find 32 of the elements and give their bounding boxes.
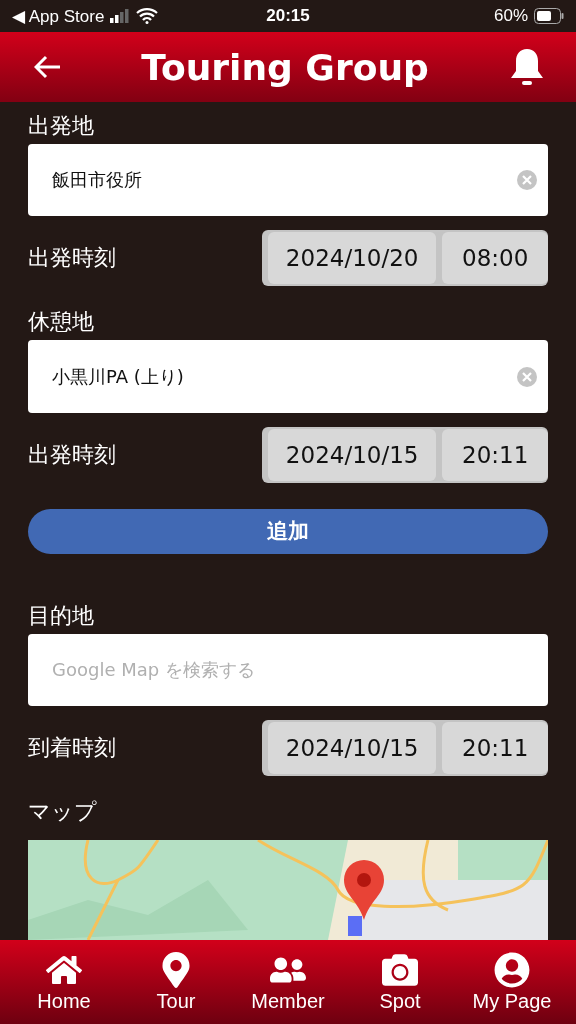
field-label: 出発地 xyxy=(28,112,94,140)
time-button[interactable]: 20:11 xyxy=(442,428,548,481)
tab-item[interactable]: Member xyxy=(248,940,328,1024)
back-arrow-icon[interactable] xyxy=(34,55,62,79)
place-search-field[interactable]: 飯田市役所 xyxy=(28,144,548,217)
back-to-app-link[interactable]: ◀ App Store xyxy=(12,5,105,27)
add-button[interactable]: 追加 xyxy=(28,508,548,554)
time-label: 出発時刻 xyxy=(28,244,116,273)
time-button[interactable]: 08:00 xyxy=(442,232,548,285)
camera-icon xyxy=(382,951,418,988)
date-button[interactable]: 2024/10/15 xyxy=(268,428,437,481)
field-label: 休憩地 xyxy=(28,308,94,337)
time-button[interactable]: 20:11 xyxy=(442,722,548,774)
bell-icon[interactable] xyxy=(508,47,546,87)
page-title: Touring Group xyxy=(141,46,429,88)
battery-icon xyxy=(534,8,564,24)
status-time: 20:15 xyxy=(266,6,310,26)
date-button[interactable]: 2024/10/15 xyxy=(268,722,437,774)
field-label: マップ xyxy=(28,798,97,826)
time-label: 出発時刻 xyxy=(28,440,116,469)
battery-percent: 60% xyxy=(494,6,528,26)
wifi-icon xyxy=(136,8,159,24)
tab-item[interactable]: My Page xyxy=(472,940,552,1024)
tab-item[interactable]: Tour xyxy=(136,940,216,1024)
signal-icon xyxy=(110,9,131,23)
place-search-field[interactable]: 小黒川PA (上り) xyxy=(28,340,548,413)
tab-item[interactable]: Home xyxy=(24,940,104,1024)
date-button[interactable]: 2024/10/20 xyxy=(268,232,437,285)
user-icon xyxy=(494,951,530,988)
tab-item[interactable]: Spot xyxy=(360,940,440,1024)
time-label: 到着時刻 xyxy=(28,734,116,762)
field-label: 目的地 xyxy=(28,601,94,630)
